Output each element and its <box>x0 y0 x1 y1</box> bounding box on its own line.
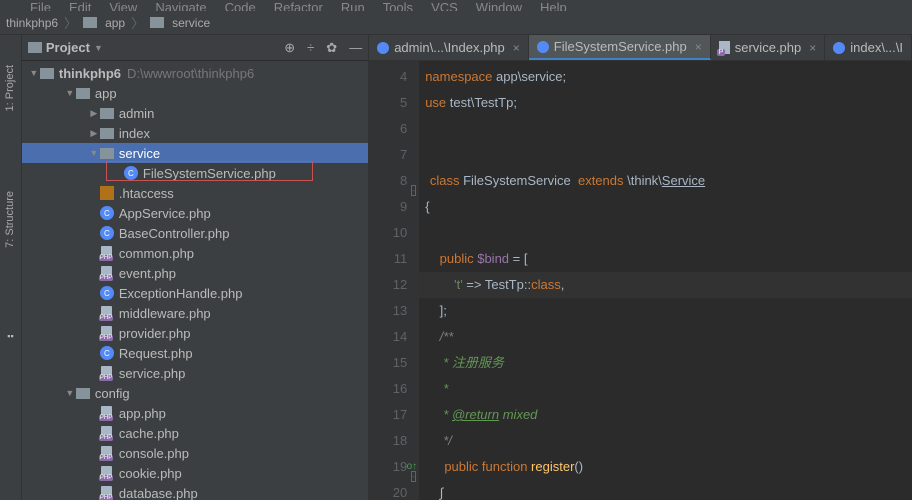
php-file-icon <box>100 366 114 380</box>
target-icon[interactable]: ⊕ <box>284 40 295 56</box>
close-icon[interactable]: × <box>695 40 702 54</box>
php-class-icon <box>833 42 845 54</box>
project-panel: Project ▼ ⊕ ÷ ✿ — thinkphp6D:\wwwroot\th… <box>22 35 369 500</box>
tree-file-htaccess[interactable]: .htaccess <box>22 183 368 203</box>
folder-icon <box>28 42 42 53</box>
tree-app[interactable]: app <box>22 83 368 103</box>
tool-window-bar: 1: Project 7: Structure ▪▪ <box>0 35 22 500</box>
breadcrumb[interactable]: thinkphp6 〉 app 〉 service <box>0 11 912 35</box>
close-icon[interactable]: × <box>513 41 520 55</box>
tree-file-console[interactable]: console.php <box>22 443 368 463</box>
tab-filesystemservice[interactable]: FileSystemService.php× <box>529 35 711 60</box>
folder-icon <box>100 128 114 139</box>
tree-file-exceptionhandle[interactable]: CExceptionHandle.php <box>22 283 368 303</box>
php-class-icon: C <box>100 286 114 300</box>
tree-file-servicephp[interactable]: service.php <box>22 363 368 383</box>
close-icon[interactable]: × <box>809 41 816 55</box>
project-tree[interactable]: thinkphp6D:\wwwroot\thinkphp6 app admin … <box>22 61 368 500</box>
php-class-icon <box>377 42 389 54</box>
tree-file-filesystemservice[interactable]: CFileSystemService.php <box>22 163 368 183</box>
tree-file-common[interactable]: common.php <box>22 243 368 263</box>
php-file-icon <box>100 486 114 500</box>
php-file-icon <box>100 246 114 260</box>
panel-title[interactable]: Project <box>46 40 90 55</box>
tree-file-appphp[interactable]: app.php <box>22 403 368 423</box>
editor-area: admin\...\Index.php× FileSystemService.p… <box>369 35 912 500</box>
tree-config[interactable]: config <box>22 383 368 403</box>
tab-structure[interactable]: 7: Structure <box>4 191 16 248</box>
tree-admin[interactable]: admin <box>22 103 368 123</box>
structure-icon: ▪▪ <box>7 331 13 341</box>
tree-file-request[interactable]: CRequest.php <box>22 343 368 363</box>
tree-file-basecontroller[interactable]: CBaseController.php <box>22 223 368 243</box>
tree-file-cookie[interactable]: cookie.php <box>22 463 368 483</box>
tree-file-cache[interactable]: cache.php <box>22 423 368 443</box>
folder-icon <box>83 17 97 28</box>
folder-icon <box>150 17 164 28</box>
php-file-icon <box>100 326 114 340</box>
code-content[interactable]: namespace app\service; use test\TestTp; … <box>419 61 912 500</box>
folder-icon <box>100 148 114 159</box>
php-class-icon: C <box>124 166 138 180</box>
chevron-right-icon: 〉 <box>64 13 77 32</box>
php-file-icon <box>100 406 114 420</box>
php-class-icon: C <box>100 206 114 220</box>
tab-indexphp[interactable]: admin\...\Index.php× <box>369 35 529 60</box>
tab-index2[interactable]: index\...\I <box>825 35 912 60</box>
gear-icon[interactable]: ✿ <box>326 40 337 56</box>
htaccess-icon <box>100 186 114 200</box>
folder-icon <box>76 88 90 99</box>
tab-project[interactable]: 1: Project <box>4 65 16 111</box>
code-editor[interactable]: 4567891011121314151617181920 o↑ namespac… <box>369 61 912 500</box>
menu-bar[interactable]: FileEditViewNavigateCodeRefactorRunTools… <box>0 0 912 11</box>
tab-servicephp[interactable]: service.php× <box>711 35 826 60</box>
breadcrumb-root[interactable]: thinkphp6 <box>6 16 58 30</box>
hide-icon[interactable]: — <box>349 40 362 55</box>
php-class-icon <box>537 41 549 53</box>
fold-icon[interactable]: - <box>411 185 416 196</box>
tree-file-database[interactable]: database.php <box>22 483 368 500</box>
php-file-icon <box>100 306 114 320</box>
breadcrumb-service[interactable]: service <box>172 16 210 30</box>
php-file-icon <box>100 466 114 480</box>
tree-service[interactable]: service <box>22 143 368 163</box>
php-file-icon <box>100 426 114 440</box>
gutter[interactable]: 4567891011121314151617181920 o↑ <box>369 61 419 500</box>
php-class-icon: C <box>100 346 114 360</box>
php-file-icon <box>100 266 114 280</box>
php-file-icon <box>719 41 730 54</box>
chevron-right-icon: 〉 <box>131 13 144 32</box>
php-class-icon: C <box>100 226 114 240</box>
folder-icon <box>76 388 90 399</box>
collapse-icon[interactable]: ÷ <box>307 40 314 55</box>
tree-index[interactable]: index <box>22 123 368 143</box>
folder-icon <box>100 108 114 119</box>
panel-header: Project ▼ ⊕ ÷ ✿ — <box>22 35 368 61</box>
tree-file-event[interactable]: event.php <box>22 263 368 283</box>
tree-root[interactable]: thinkphp6D:\wwwroot\thinkphp6 <box>22 63 368 83</box>
chevron-down-icon[interactable]: ▼ <box>94 43 103 53</box>
tree-file-provider[interactable]: provider.php <box>22 323 368 343</box>
breadcrumb-app[interactable]: app <box>105 16 125 30</box>
tree-file-middleware[interactable]: middleware.php <box>22 303 368 323</box>
tree-file-appservice[interactable]: CAppService.php <box>22 203 368 223</box>
editor-tabs: admin\...\Index.php× FileSystemService.p… <box>369 35 912 61</box>
php-file-icon <box>100 446 114 460</box>
fold-icon[interactable]: - <box>411 471 416 482</box>
folder-icon <box>40 68 54 79</box>
